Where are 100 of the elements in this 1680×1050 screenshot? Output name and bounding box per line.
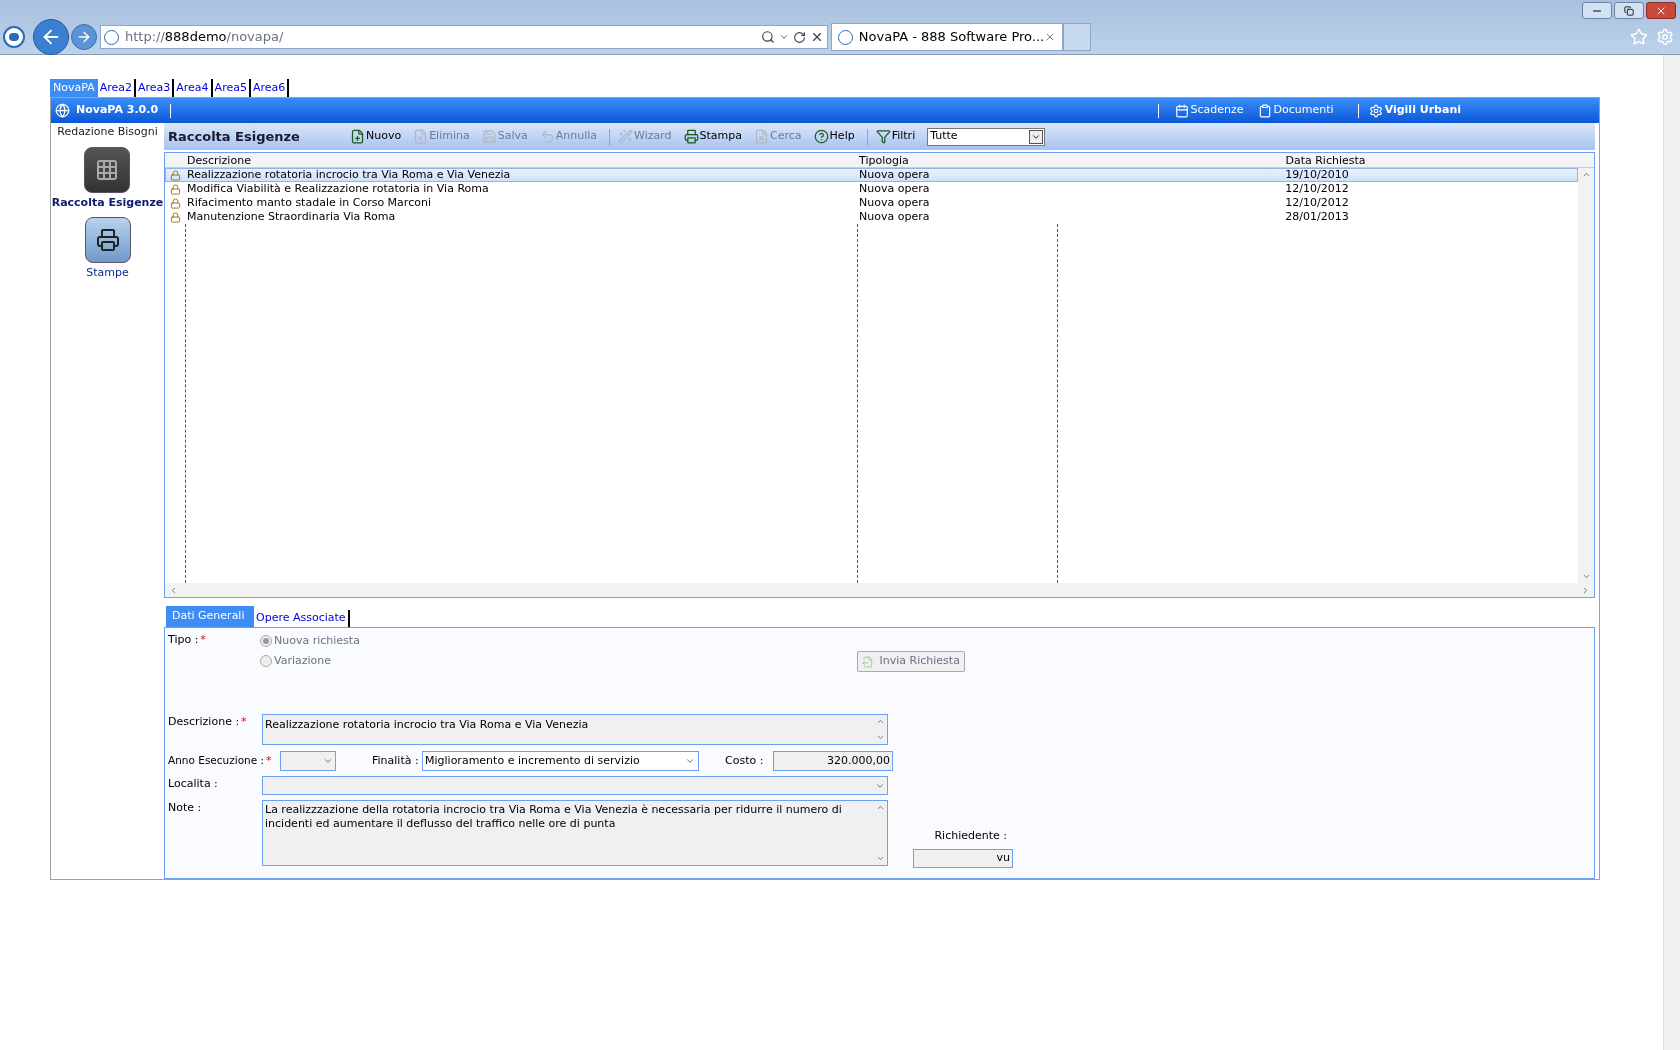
dropdown-icon[interactable] — [779, 32, 789, 42]
section-title: Raccolta Esigenze — [168, 127, 301, 146]
year-select[interactable] — [280, 751, 336, 771]
field-label: Tipo : — [168, 633, 199, 646]
column-header[interactable]: Data Richiesta — [1057, 153, 1594, 167]
minimize-button[interactable] — [1582, 2, 1612, 19]
horizontal-scrollbar[interactable] — [165, 583, 1594, 597]
toolbar-button[interactable]: Help — [813, 128, 855, 145]
required-asterisk: * — [266, 753, 272, 767]
favorites-icon[interactable] — [1630, 28, 1648, 46]
filter-select[interactable]: Tutte — [927, 127, 1046, 146]
browser-logo-icon — [3, 26, 25, 48]
lock-icon — [170, 211, 181, 223]
scroll-up-icon[interactable] — [875, 803, 885, 812]
browser-tab[interactable]: NovaPA - 888 Software Pro... — [831, 23, 1063, 51]
area-tab[interactable]: Area2 — [97, 79, 136, 97]
column-header[interactable]: Descrizione — [185, 153, 857, 167]
printer-icon — [683, 129, 699, 144]
cost-field[interactable]: 320.000,00 — [773, 751, 893, 771]
search-document-icon — [754, 129, 770, 144]
radio-label: Nuova richiesta — [274, 633, 360, 649]
grid-document-icon — [95, 157, 120, 182]
lock-icon — [170, 183, 181, 195]
close-tab-icon[interactable] — [1044, 31, 1056, 43]
wand-icon — [618, 129, 634, 144]
address-bar[interactable]: http://888demo/novapa/ — [100, 25, 828, 49]
notes-field[interactable]: La realizzzazione della rotatoria incrocio tra Via Roma e Via Venezia è necessaria per ridurre il numero di incidenti ed aumentare il deflusso del traffico nelle ore di punta — [262, 800, 888, 866]
table-row[interactable]: Rifacimento manto stadale in Corso Marconi Nuova opera 12/10/2012 — [165, 196, 1578, 210]
radio-label: Variazione — [274, 652, 332, 669]
printer-icon — [95, 228, 120, 252]
scroll-up-icon[interactable] — [875, 717, 885, 726]
table-cell-text: 12/10/2012 — [1284, 194, 1350, 211]
url-text: http://888demo/novapa/ — [125, 28, 284, 47]
table-cell-text: Realizzazione rotatoria incrocio tra Via Roma e Via Venezia — [186, 166, 512, 183]
table-row[interactable]: Manutenzione Straordinaria Via Roma Nuova opera 28/01/2013 — [165, 210, 1578, 224]
field-label: Localita : — [168, 777, 218, 790]
help-icon — [813, 129, 829, 144]
table-cell-text: 28/01/2013 — [1284, 208, 1350, 225]
requester-field[interactable]: vu — [913, 848, 1013, 868]
description-field[interactable]: Realizzazione rotatoria incrocio tra Via Roma e Via Venezia — [262, 714, 888, 745]
globe-icon — [55, 103, 70, 118]
scroll-down-icon[interactable] — [1581, 572, 1591, 581]
filter-icon — [875, 129, 891, 144]
lock-icon — [170, 197, 181, 209]
lock-icon — [170, 169, 181, 181]
toolbar-button[interactable]: Filtri — [875, 128, 916, 145]
table-cell-text: Rifacimento manto stadale in Corso Marconi — [186, 194, 432, 211]
scroll-right-icon[interactable] — [1581, 585, 1590, 595]
document-arrow-icon — [861, 654, 874, 669]
scroll-down-icon[interactable] — [875, 854, 885, 863]
table-cell-text: Nuova opera — [858, 194, 931, 211]
forward-button[interactable] — [71, 24, 97, 50]
stop-icon[interactable] — [810, 30, 824, 44]
field-label: Descrizione : — [168, 715, 240, 728]
header-link[interactable]: Documenti — [1257, 102, 1334, 119]
table-cell-text: 19/10/2010 — [1284, 166, 1350, 183]
scroll-down-icon[interactable] — [875, 733, 885, 742]
new-tab-button[interactable] — [1063, 23, 1091, 51]
sidebar-section-title: Redazione Bisogni — [57, 124, 158, 140]
toolbar-button[interactable]: Stampa — [683, 128, 743, 145]
tab-title: NovaPA - 888 Software Pro... — [858, 28, 1045, 47]
search-icon[interactable] — [761, 30, 775, 44]
close-button[interactable] — [1646, 2, 1676, 19]
table-cell-text: Manutenzione Straordinaria Via Roma — [186, 208, 397, 225]
refresh-icon[interactable] — [793, 30, 806, 44]
calendar-icon — [1174, 103, 1189, 118]
table-cell-text: Nuova opera — [858, 208, 931, 225]
area-tab[interactable]: Area6 — [250, 79, 290, 97]
table-row[interactable]: Realizzazione rotatoria incrocio tra Via Roma e Via Venezia Nuova opera 19/10/2010 — [165, 168, 1578, 182]
required-asterisk: * — [200, 633, 206, 646]
field-label: Note : — [168, 801, 202, 814]
area-tab[interactable]: Area3 — [136, 79, 175, 97]
header-link[interactable]: Vigili Urbani — [1368, 102, 1461, 119]
dropdown-icon — [323, 756, 333, 766]
area-tab[interactable]: Area5 — [212, 79, 251, 97]
settings-icon[interactable] — [1656, 28, 1674, 46]
vertical-scrollbar[interactable] — [1578, 168, 1594, 583]
back-button[interactable] — [33, 19, 69, 55]
restore-icon — [1624, 5, 1634, 16]
header-link[interactable]: Scadenze — [1174, 102, 1244, 119]
page-scrollbar[interactable] — [1663, 55, 1680, 1050]
location-select[interactable] — [262, 776, 888, 795]
area-tab[interactable]: Area4 — [174, 79, 213, 97]
purpose-select[interactable]: Miglioramento e incremento di servizio — [422, 751, 699, 771]
table-row[interactable]: Modifica Viabilità e Realizzazione rotatoria in Via Roma Nuova opera 12/10/2012 — [165, 182, 1578, 196]
dropdown-icon — [685, 756, 695, 766]
field-label: Finalità : — [372, 752, 420, 769]
toolbar-button[interactable]: Nuovo — [350, 128, 402, 145]
table-cell-text: Modifica Viabilità e Realizzazione rotatoria in Via Roma — [186, 180, 490, 197]
new-document-icon — [350, 129, 365, 144]
sidebar-item[interactable]: Raccolta Esigenze — [51, 146, 164, 211]
field-label: Costo : — [725, 752, 765, 769]
delete-document-icon — [413, 129, 429, 144]
restore-button[interactable] — [1614, 2, 1644, 19]
detail-tab[interactable]: Opere Associate — [254, 610, 350, 627]
clipboard-icon — [1257, 103, 1272, 118]
scroll-left-icon[interactable] — [169, 585, 178, 595]
scroll-up-icon[interactable] — [1581, 170, 1591, 179]
column-header[interactable]: Tipologia — [857, 153, 1057, 167]
field-label: Anno Esecuzione : — [168, 753, 265, 766]
